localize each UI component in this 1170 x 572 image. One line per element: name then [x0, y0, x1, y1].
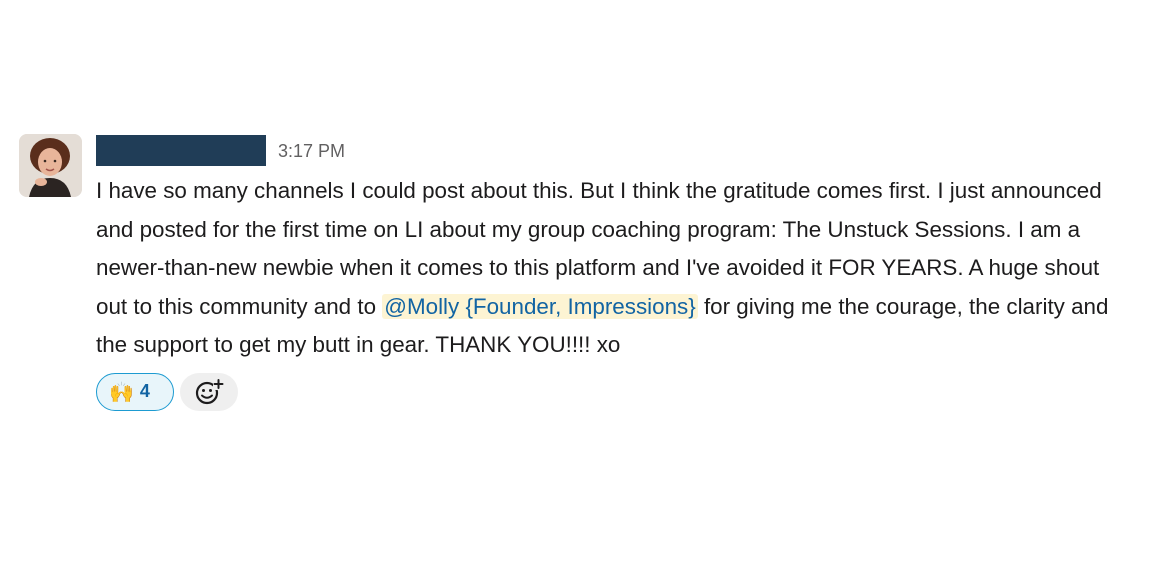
- reactions-bar: 🙌 4: [96, 372, 1154, 411]
- message-body: I have so many channels I could post abo…: [96, 172, 1136, 365]
- timestamp[interactable]: 3:17 PM: [278, 141, 345, 162]
- user-mention[interactable]: @Molly {Founder, Impressions}: [382, 293, 698, 319]
- message-header: 3:17 PM: [96, 134, 1154, 166]
- redacted-author-name: [96, 134, 266, 166]
- message-content: 3:17 PM I have so many channels I could …: [96, 134, 1154, 411]
- avatar-photo: [19, 134, 82, 197]
- reaction-count: 4: [139, 381, 150, 401]
- reaction-raised-hands[interactable]: 🙌 4: [96, 372, 174, 411]
- add-reaction-button[interactable]: [180, 372, 238, 411]
- avatar[interactable]: [19, 134, 82, 197]
- add-reaction-icon: [195, 378, 224, 404]
- raised-hands-emoji-icon: 🙌: [109, 379, 134, 404]
